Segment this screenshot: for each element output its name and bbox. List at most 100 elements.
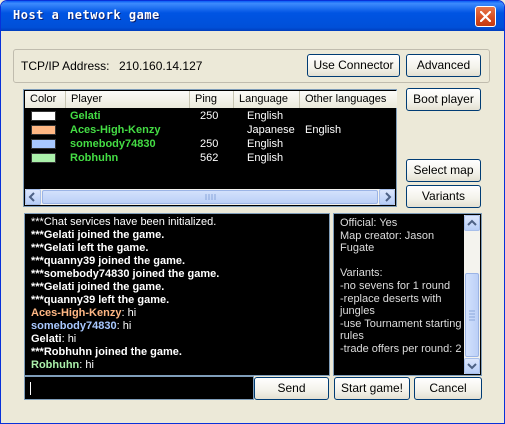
- start-game-button[interactable]: Start game!: [334, 377, 410, 400]
- chat-line: ***Gelati joined the game.: [31, 229, 164, 241]
- chat-line: ***Robhuhn joined the game.: [31, 346, 182, 358]
- player-name: Robhuhn: [70, 152, 119, 164]
- chat-sender-name: Aces-High-Kenzy: [31, 307, 122, 319]
- player-language: English: [247, 152, 284, 164]
- chat-line: ***quanny39 joined the game.: [31, 255, 185, 267]
- arrow-down-icon: [467, 363, 477, 370]
- chat-sender-name: somebody74830: [31, 320, 117, 332]
- chat-system-message: ***Chat services have been initialized.: [31, 216, 217, 228]
- scroll-left-button[interactable]: [25, 189, 41, 205]
- game-info-line: Map creator: Jason: [340, 229, 435, 242]
- chat-system-message: ***Gelati joined the game.: [31, 281, 165, 293]
- close-icon: [480, 11, 491, 22]
- game-info-line: -trade offers per round: 2: [340, 343, 462, 355]
- players-hscroll-thumb[interactable]: [42, 190, 378, 204]
- chat-sender-name: Gelati: [31, 333, 62, 345]
- chat-line: ***Gelati left the game.: [31, 242, 148, 254]
- player-name: Gelati: [70, 110, 101, 122]
- table-row[interactable]: Robhuhn 562 English: [25, 151, 395, 165]
- column-ping[interactable]: Ping: [190, 91, 234, 108]
- column-language[interactable]: Language: [234, 91, 300, 108]
- game-info-panel[interactable]: Official: Yes Map creator: Jason Fugate Var…: [333, 213, 482, 376]
- player-ping: 562: [200, 152, 219, 164]
- variants-button[interactable]: Variants: [406, 185, 481, 208]
- chat-system-message: ***Gelati left the game.: [31, 242, 149, 254]
- chat-line: ***somebody74830 joined the game.: [31, 268, 219, 280]
- player-name: somebody74830: [70, 138, 156, 150]
- tcp-ip-address: 210.160.14.127: [119, 59, 203, 73]
- use-connector-button[interactable]: Use Connector: [307, 54, 400, 77]
- send-button[interactable]: Send: [254, 377, 329, 400]
- players-hscrollbar[interactable]: [25, 189, 395, 205]
- chat-line: Aces-High-Kenzy: hi: [31, 307, 136, 319]
- title-bar[interactable]: Host a network game: [1, 1, 504, 31]
- game-info-line: rules: [340, 330, 364, 343]
- chat-input[interactable]: [27, 379, 249, 397]
- chat-system-message: ***Robhuhn joined the game.: [31, 346, 182, 358]
- chat-message-text: : hi: [116, 320, 132, 332]
- chat-system-message: ***quanny39 joined the game.: [31, 255, 186, 267]
- chat-line: Gelati: hi: [31, 333, 76, 345]
- game-info-line: -no sevens for 1 round: [340, 280, 451, 292]
- grip-icon: [205, 194, 216, 200]
- host-game-window: Host a network game TCP/IP Address: 210.…: [0, 0, 505, 424]
- boot-player-button[interactable]: Boot player: [406, 88, 481, 111]
- window-title: Host a network game: [13, 8, 160, 22]
- game-info-vscrollbar[interactable]: [464, 215, 480, 374]
- player-other-languages: English: [305, 124, 342, 136]
- arrow-left-icon: [28, 192, 35, 202]
- scroll-up-button[interactable]: [464, 215, 480, 231]
- player-language: English: [247, 138, 284, 150]
- game-info-line: Fugate: [340, 242, 375, 255]
- chat-log[interactable]: ***Chat services have been initialized. *…: [24, 213, 330, 376]
- column-other-languages[interactable]: Other languages: [300, 91, 397, 108]
- chat-sender-name: Robhuhn: [31, 359, 80, 371]
- grip-icon: [469, 310, 475, 321]
- text-caret: [30, 382, 31, 395]
- arrow-right-icon: [385, 192, 392, 202]
- chat-line: ***Chat services have been initialized.: [31, 216, 216, 228]
- player-color-swatch: [31, 139, 56, 149]
- chat-input-box[interactable]: [24, 376, 254, 400]
- player-name: Aces-High-Kenzy: [70, 124, 161, 136]
- chat-line: Robhuhn: hi: [31, 359, 94, 371]
- player-color-swatch: [31, 111, 56, 121]
- table-row[interactable]: somebody74830 250 English: [25, 137, 395, 151]
- player-ping: 250: [200, 110, 219, 122]
- chat-line: ***quanny39 left the game.: [31, 294, 169, 306]
- arrow-up-icon: [467, 219, 477, 226]
- player-ping: 250: [200, 138, 219, 150]
- game-info-line: -replace deserts with: [340, 292, 442, 305]
- game-info-vscroll-thumb[interactable]: [465, 273, 479, 357]
- chat-line: ***Gelati joined the game.: [31, 281, 164, 293]
- close-button[interactable]: [475, 6, 496, 27]
- chat-system-message: ***somebody74830 joined the game.: [31, 268, 220, 280]
- chat-system-message: ***Gelati joined the game.: [31, 229, 165, 241]
- players-list[interactable]: Color Player Ping Language Other languag…: [23, 89, 397, 207]
- scroll-down-button[interactable]: [464, 358, 480, 374]
- chat-system-message: ***quanny39 left the game.: [31, 294, 170, 306]
- dialog-body: TCP/IP Address: 210.160.14.127 Use Conne…: [4, 31, 501, 422]
- select-map-button[interactable]: Select map: [406, 159, 481, 182]
- scroll-right-button[interactable]: [379, 189, 395, 205]
- game-info-line: -use Tournament starting: [340, 317, 462, 330]
- chat-message-text: : hi: [79, 359, 94, 371]
- cancel-button[interactable]: Cancel: [414, 377, 482, 400]
- game-info-line: Variants:: [340, 267, 383, 280]
- players-list-header: Color Player Ping Language Other languag…: [25, 91, 397, 108]
- player-color-swatch: [31, 125, 56, 135]
- chat-message-text: : hi: [121, 307, 137, 319]
- column-color[interactable]: Color: [25, 91, 66, 108]
- chat-message-text: : hi: [61, 333, 77, 345]
- player-color-swatch: [31, 153, 56, 163]
- game-info-line: Official: Yes: [340, 217, 398, 229]
- table-row[interactable]: Aces-High-Kenzy Japanese English: [25, 123, 395, 137]
- player-language: Japanese: [247, 124, 295, 136]
- game-info-line: jungles: [340, 305, 375, 318]
- column-player[interactable]: Player: [66, 91, 190, 108]
- player-language: English: [247, 110, 284, 122]
- tcp-ip-label: TCP/IP Address:: [21, 59, 110, 73]
- advanced-button[interactable]: Advanced: [406, 54, 481, 77]
- table-row[interactable]: Gelati 250 English: [25, 109, 395, 123]
- chat-line: somebody74830: hi: [31, 320, 131, 332]
